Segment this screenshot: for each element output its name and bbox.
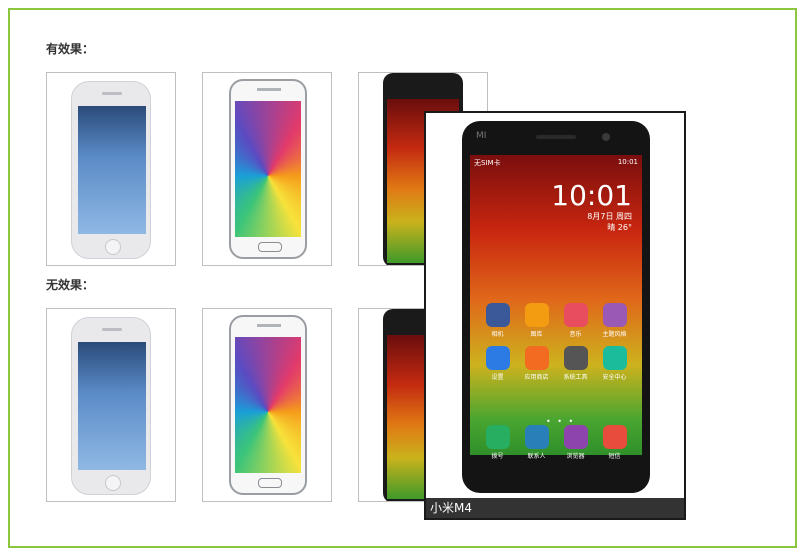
app-grid: 相机 图库 音乐 主题风格设置 应用商店 系统工具 安全中心: [478, 303, 634, 381]
contacts-icon: [524, 425, 549, 449]
earpiece-icon: [536, 135, 576, 139]
app-item[interactable]: 应用商店: [517, 346, 556, 381]
home-button-icon: [105, 239, 121, 255]
phone-screen: 无SIM卡 10:01 10:01 8月7日 周四 晴 26° 相机 图库 音乐 主题…: [470, 155, 642, 460]
app-item[interactable]: 拨号: [478, 425, 517, 460]
app-item[interactable]: 音乐: [556, 303, 595, 338]
phone-screen: [78, 342, 146, 470]
settings-icon: [485, 346, 510, 370]
app-label: 浏览器: [566, 453, 585, 460]
app-label: 相机: [491, 331, 504, 338]
app-item[interactable]: 主题风格: [595, 303, 634, 338]
app-label: 应用商店: [524, 374, 549, 381]
galaxy-image: [229, 79, 307, 259]
sms-icon: [602, 425, 627, 449]
app-item[interactable]: 图库: [517, 303, 556, 338]
status-time: 10:01: [617, 158, 638, 166]
theme-icon: [602, 303, 627, 327]
thumbnail-galaxy[interactable]: [202, 72, 332, 266]
app-item[interactable]: 联系人: [517, 425, 556, 460]
store-icon: [524, 346, 549, 370]
lock-weather: 晴 26°: [607, 223, 632, 232]
app-item[interactable]: 浏览器: [556, 425, 595, 460]
app-label: 联系人: [527, 453, 546, 460]
no-effect-section-label: 无效果：: [46, 278, 95, 292]
app-item[interactable]: 安全中心: [595, 346, 634, 381]
phone-screen: [235, 101, 301, 237]
brand-mark-icon: [257, 324, 281, 327]
app-label: 拨号: [491, 453, 504, 460]
thumbnail-iphone[interactable]: [46, 308, 176, 502]
lock-date: 8月7日 周四: [587, 212, 632, 221]
app-label: 安全中心: [602, 374, 627, 381]
mi-logo: MI: [476, 131, 487, 141]
thumbnail-galaxy[interactable]: [202, 308, 332, 502]
image-zoom-popup[interactable]: MI 无SIM卡 10:01 10:01 8月7日 周四 晴 26° 相机 图库 音…: [424, 111, 686, 520]
iphone-image: [71, 81, 151, 259]
iphone-image: [71, 317, 151, 495]
app-item[interactable]: 相机: [478, 303, 517, 338]
front-camera-icon: [602, 133, 610, 141]
app-label: 图库: [530, 331, 543, 338]
galaxy-image: [229, 315, 307, 495]
app-label: 音乐: [569, 331, 582, 338]
image-caption: 小米M4: [426, 498, 684, 518]
gallery-icon: [524, 303, 549, 327]
mi-phone-large: MI 无SIM卡 10:01 10:01 8月7日 周四 晴 26° 相机 图库 音…: [462, 121, 650, 493]
home-button-icon: [105, 475, 121, 491]
music-icon: [563, 303, 588, 327]
camera-icon: [485, 303, 510, 327]
thumbnail-iphone[interactable]: [46, 72, 176, 266]
effect-section-label: 有效果：: [46, 42, 95, 56]
phone-screen: [235, 337, 301, 473]
shield-icon: [602, 346, 627, 370]
brand-mark-icon: [257, 88, 281, 91]
phone-icon: [485, 425, 510, 449]
app-item[interactable]: 设置: [478, 346, 517, 381]
speaker-icon: [102, 328, 122, 331]
app-label: 主题风格: [602, 331, 627, 338]
browser-icon: [563, 425, 588, 449]
app-label: 短信: [608, 453, 621, 460]
status-bar: 无SIM卡 10:01: [474, 158, 638, 168]
home-button-icon: [258, 478, 282, 488]
app-label: 设置: [491, 374, 504, 381]
app-item[interactable]: 系统工具: [556, 346, 595, 381]
lock-clock: 10:01: [551, 179, 632, 212]
speaker-icon: [102, 92, 122, 95]
status-carrier: 无SIM卡: [474, 159, 501, 167]
phone-screen: [78, 106, 146, 234]
tools-icon: [563, 346, 588, 370]
app-dock: 拨号 联系人 浏览器 短信: [478, 425, 634, 460]
app-item[interactable]: 短信: [595, 425, 634, 460]
home-button-icon: [258, 242, 282, 252]
app-label: 系统工具: [563, 374, 588, 381]
